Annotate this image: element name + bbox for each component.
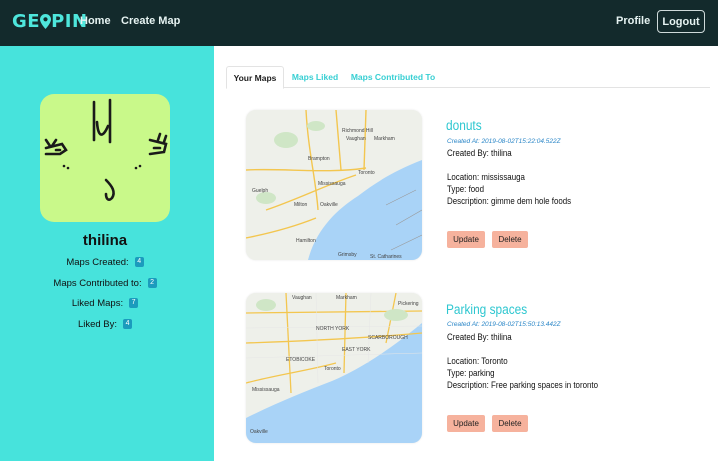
type-text: Type: parking (447, 368, 495, 378)
map-label: SCARBOROUGH (368, 335, 408, 341)
map-label: Vaughan (346, 136, 366, 142)
map-preview-image: Richmond Hill Vaughan Markham Brampton T… (246, 110, 422, 260)
tab-your-maps[interactable]: Your Maps (226, 66, 284, 89)
avatar (40, 94, 170, 222)
description-text: Description: gimme dem hole foods (447, 196, 572, 206)
delete-button[interactable]: Delete (492, 415, 528, 432)
stat-label: Liked By: (77, 319, 118, 330)
map-preview-image: Vaughan Markham Pickering NORTH YORK SCA… (246, 293, 422, 443)
map-label: Guelph (252, 188, 268, 194)
update-button[interactable]: Update (447, 415, 485, 432)
update-button[interactable]: Update (447, 231, 485, 248)
map-pin-icon (40, 14, 52, 29)
avatar-face-icon (44, 98, 168, 201)
stat-badge: 7 (129, 298, 139, 309)
map-label: Pickering (398, 301, 419, 307)
map-label: St. Catharines (370, 254, 402, 260)
created-at-text: Created At: 2019-08-02T15:22:04.522Z (447, 138, 561, 145)
map-tabs: Your Maps Maps Liked Maps Contributed To (226, 66, 710, 89)
tab-maps-contributed[interactable]: Maps Contributed To (348, 66, 438, 88)
map-label: Toronto (358, 170, 375, 176)
map-label: Markham (374, 136, 395, 142)
map-label: Richmond Hill (342, 128, 373, 134)
nav-home-link[interactable]: Home (80, 15, 111, 27)
map-label: Brampton (308, 156, 330, 162)
stat-label: Maps Created: (66, 257, 129, 268)
logout-button[interactable]: Logout (657, 10, 705, 33)
map-title-link[interactable]: donuts (446, 118, 482, 133)
map-label: Hamilton (296, 238, 316, 244)
map-label: Mississauga (252, 387, 280, 393)
map-label: ETOBICOKE (286, 357, 316, 363)
app-logo[interactable]: GE PIN (12, 11, 88, 32)
username: thilina (82, 232, 128, 249)
type-text: Type: food (447, 184, 484, 194)
map-label: EAST YORK (342, 347, 371, 353)
stat-label: Liked Maps: (71, 298, 124, 309)
map-label: NORTH YORK (316, 326, 350, 332)
stat-maps-contributed: Maps Contributed to: 2 (0, 278, 210, 289)
stat-label: Maps Contributed to: (53, 278, 142, 289)
created-by-text: Created By: thilina (447, 332, 512, 342)
logo-prefix: GE (12, 11, 41, 32)
created-at-text: Created At: 2019-08-02T15:50:13.442Z (447, 321, 561, 328)
map-label: Grimsby (338, 252, 357, 258)
nav-create-map-link[interactable]: Create Map (121, 15, 180, 27)
map-label: Oakville (250, 429, 268, 435)
profile-sidebar: thilina Maps Created: 4 Maps Contributed … (0, 46, 214, 461)
map-title-link[interactable]: Parking spaces (446, 302, 527, 317)
map-thumbnail[interactable]: Vaughan Markham Pickering NORTH YORK SCA… (246, 293, 422, 443)
created-by-text: Created By: thilina (447, 148, 512, 158)
map-thumbnail[interactable]: Richmond Hill Vaughan Markham Brampton T… (246, 110, 422, 260)
stat-badge: 2 (147, 278, 157, 289)
map-label: Vaughan (292, 295, 312, 301)
map-label: Oakville (320, 202, 338, 208)
location-text: Location: mississauga (447, 172, 525, 182)
map-label: Mississauga (318, 181, 346, 187)
stat-liked-by: Liked By: 4 (0, 319, 210, 330)
location-text: Location: Toronto (447, 356, 508, 366)
stat-badge: 4 (134, 257, 144, 268)
stat-maps-created: Maps Created: 4 (0, 257, 210, 268)
map-label: Markham (336, 295, 357, 301)
stat-badge: 4 (123, 319, 133, 330)
navbar: GE PIN Home Create Map Profile Logout (0, 0, 718, 46)
map-label: Toronto (324, 366, 341, 372)
delete-button[interactable]: Delete (492, 231, 528, 248)
tab-maps-liked[interactable]: Maps Liked (288, 66, 342, 88)
stat-liked-maps: Liked Maps: 7 (0, 298, 210, 309)
nav-profile-link[interactable]: Profile (616, 15, 650, 27)
map-label: Milton (294, 202, 308, 208)
description-text: Description: Free parking spaces in toro… (447, 380, 599, 390)
